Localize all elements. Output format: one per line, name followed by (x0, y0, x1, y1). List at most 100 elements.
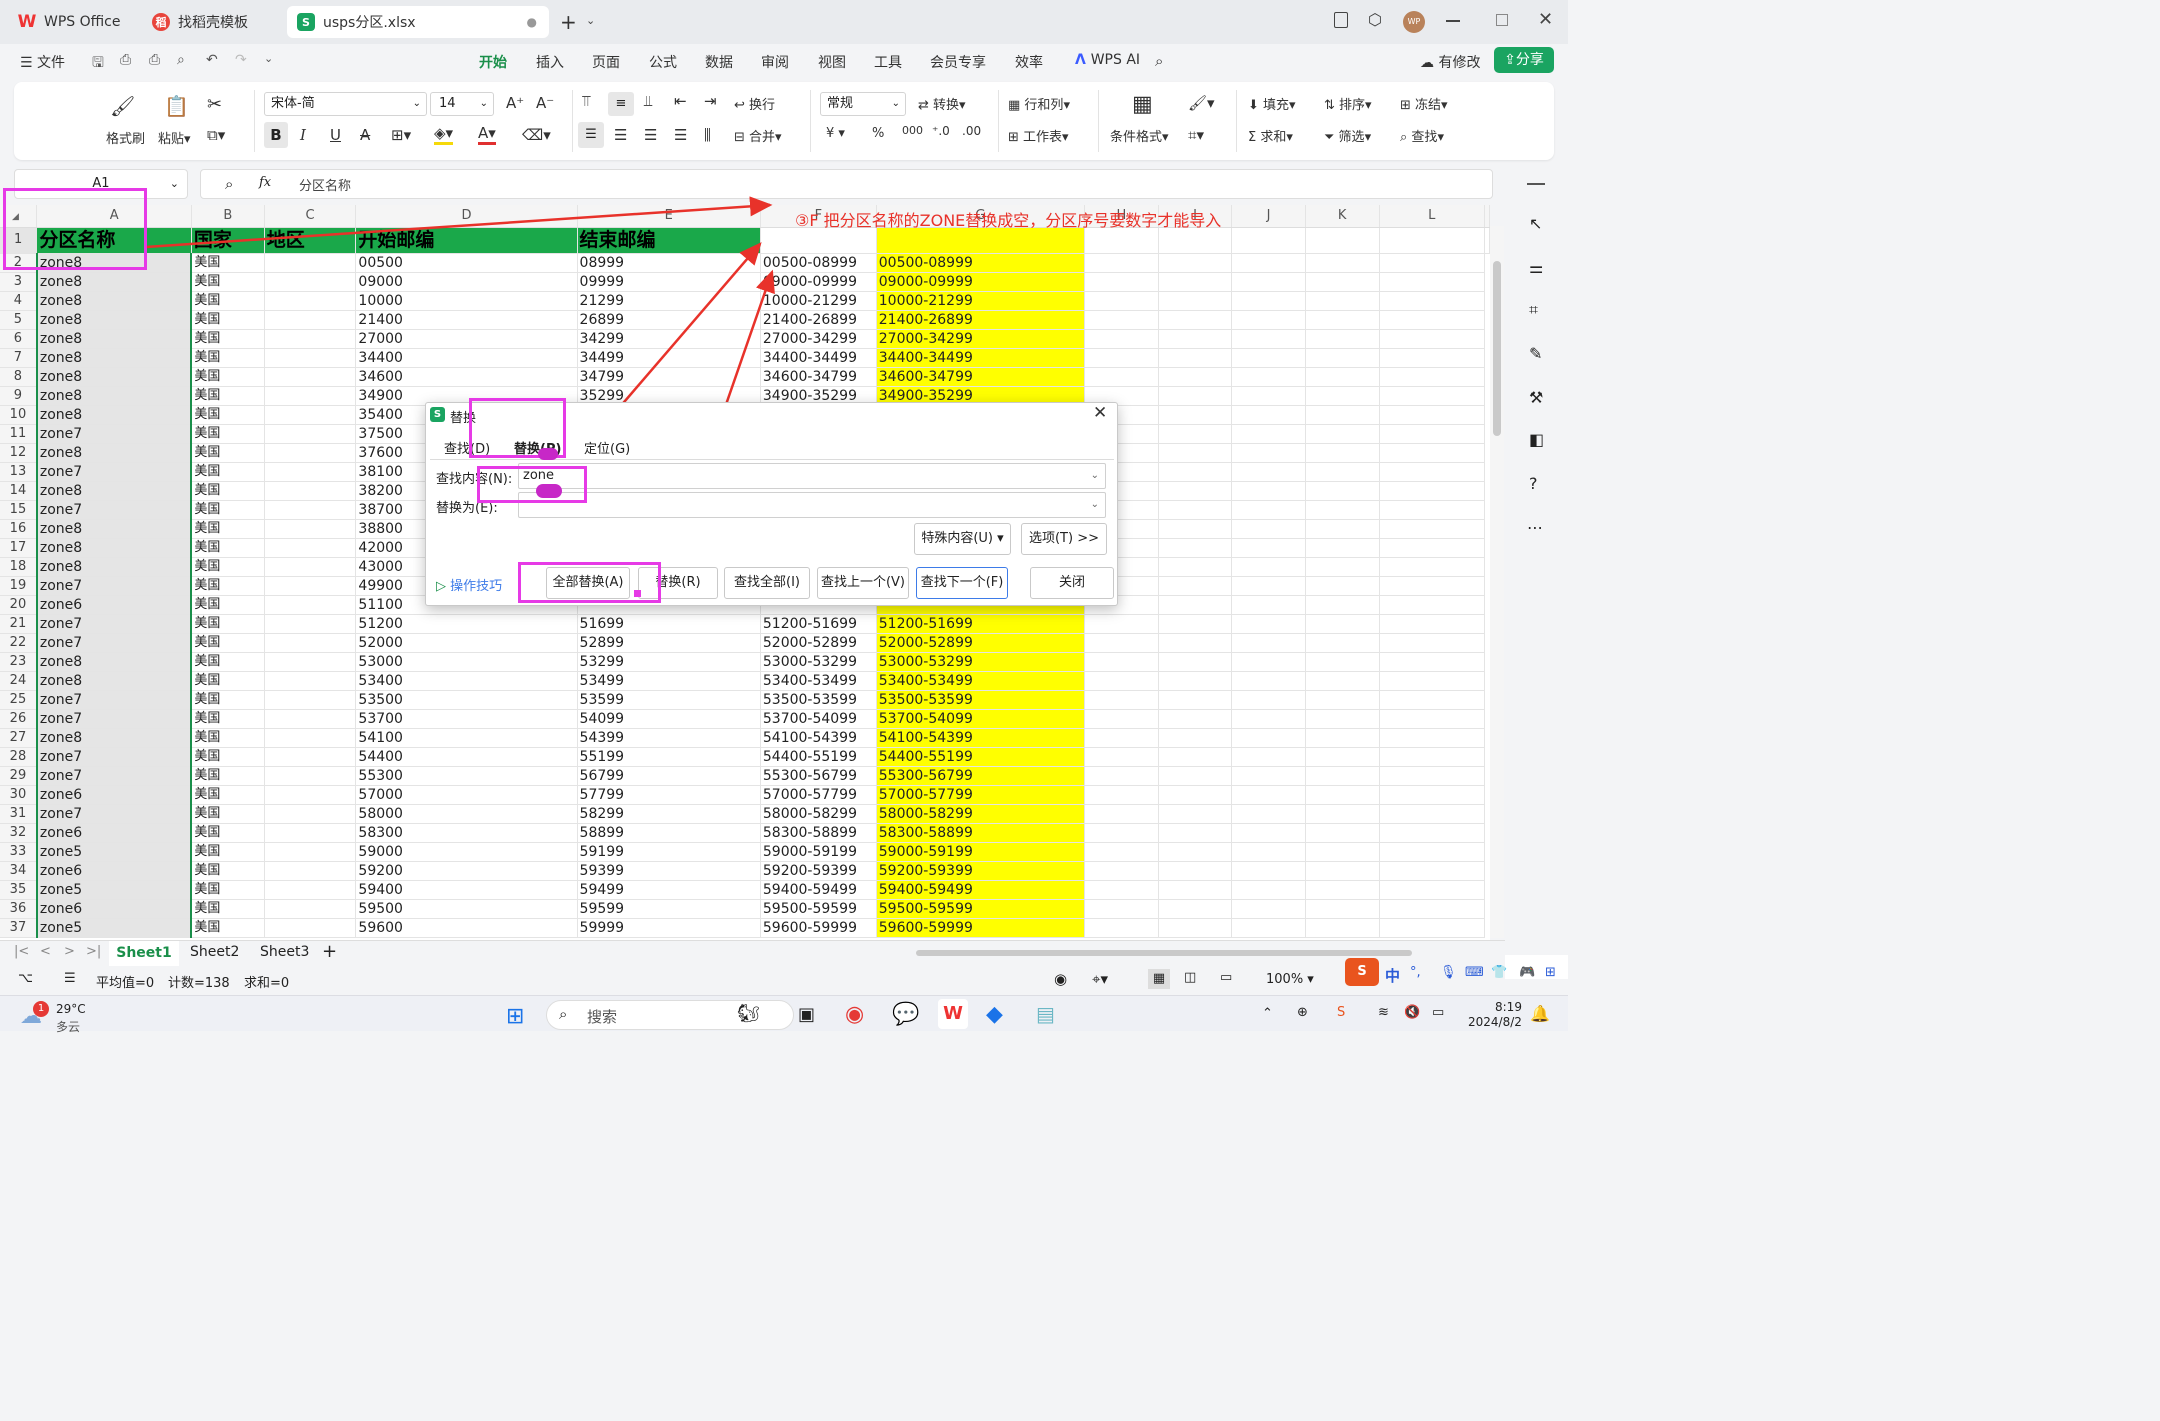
table-cell[interactable]: 21400-26899 (760, 310, 877, 330)
table-cell[interactable]: 美国 (190, 652, 265, 672)
table-cell[interactable] (264, 557, 357, 577)
table-cell[interactable]: 美国 (190, 842, 265, 862)
row-number[interactable]: 17 (0, 538, 38, 558)
table-cell[interactable] (1305, 690, 1380, 710)
table-cell[interactable]: 54100 (355, 728, 578, 748)
game-icon[interactable]: 🎮 (1519, 965, 1535, 980)
tab-goto[interactable]: 定位(G) (584, 438, 630, 457)
search-icon[interactable]: ⌕ (1155, 52, 1163, 70)
collapse-icon[interactable] (1527, 183, 1545, 185)
table-cell[interactable] (1158, 804, 1233, 824)
task-view-icon[interactable]: ▣ (798, 1004, 815, 1025)
table-cell[interactable]: 美国 (190, 253, 265, 273)
table-cell[interactable] (264, 785, 357, 805)
underline-icon[interactable]: U (330, 126, 341, 144)
table-cell[interactable]: 53000 (355, 652, 578, 672)
table-cell[interactable]: zone8 (35, 405, 192, 425)
table-cell[interactable] (1231, 405, 1306, 425)
table-cell[interactable] (1379, 690, 1485, 710)
table-cell[interactable]: 美国 (190, 766, 265, 786)
table-cell[interactable] (1158, 557, 1233, 577)
table-cell[interactable] (1305, 557, 1380, 577)
table-cell[interactable] (1158, 310, 1233, 330)
row-number[interactable]: 22 (0, 633, 38, 653)
table-cell[interactable] (1305, 652, 1380, 672)
table-cell[interactable]: 美国 (190, 918, 265, 938)
replace-input[interactable]: ⌄ (518, 492, 1106, 518)
menu-page[interactable]: 页面 (592, 52, 620, 72)
table-cell[interactable] (1305, 519, 1380, 539)
row-number[interactable]: 9 (0, 386, 38, 406)
table-cell[interactable]: 美国 (190, 310, 265, 330)
more-icon[interactable]: ⋯ (1527, 518, 1543, 537)
table-cell[interactable] (1158, 386, 1233, 406)
macro-icon[interactable]: ⌥ (18, 971, 33, 986)
table-cell[interactable] (1231, 709, 1306, 729)
table-cell[interactable] (1084, 899, 1159, 919)
table-cell[interactable] (1379, 329, 1485, 349)
table-cell[interactable] (1084, 633, 1159, 653)
table-cell[interactable] (1158, 462, 1233, 482)
table-cell[interactable]: 53500-53599 (876, 690, 1086, 710)
table-cell[interactable] (1379, 310, 1485, 330)
scroll-thumb[interactable] (1493, 261, 1501, 436)
border-icon[interactable]: ⊞▾ (391, 126, 411, 144)
table-cell[interactable]: 54100-54399 (876, 728, 1086, 748)
table-cell[interactable] (264, 804, 357, 824)
new-tab-plus-icon[interactable]: + (560, 10, 577, 34)
table-cell[interactable]: 21400 (355, 310, 578, 330)
taskbar-search[interactable]: ⌕ 搜索 🐿 (546, 1000, 794, 1030)
table-cell[interactable]: zone7 (35, 462, 192, 482)
table-cell[interactable] (1379, 595, 1485, 615)
table-cell[interactable] (1379, 614, 1485, 634)
paste-icon[interactable]: 📋 (164, 94, 189, 118)
table-cell[interactable] (264, 576, 357, 596)
table-cell[interactable]: 52000 (355, 633, 578, 653)
table-cell[interactable]: 59400-59499 (876, 880, 1086, 900)
wrap-text-button[interactable]: ↩ 换行 (734, 94, 775, 113)
table-cell[interactable] (1231, 804, 1306, 824)
header-cell[interactable]: 国家 (191, 227, 265, 254)
row-number[interactable]: 8 (0, 367, 38, 387)
table-cell[interactable]: zone6 (35, 899, 192, 919)
table-cell[interactable] (1305, 766, 1380, 786)
mic-icon[interactable]: 🎙 (1440, 965, 1457, 980)
row-number[interactable]: 27 (0, 728, 38, 748)
table-cell[interactable]: 00500 (355, 253, 578, 273)
table-cell[interactable] (1158, 690, 1233, 710)
table-cell[interactable] (1305, 443, 1380, 463)
table-cell[interactable] (1305, 804, 1380, 824)
table-cell[interactable]: 51200 (355, 614, 578, 634)
select-cursor-icon[interactable]: ↖ (1529, 214, 1542, 233)
table-cell[interactable]: zone8 (35, 519, 192, 539)
table-cell[interactable] (1158, 481, 1233, 501)
table-cell[interactable] (1305, 595, 1380, 615)
table-cell[interactable] (1158, 576, 1233, 596)
table-cell[interactable]: 57000-57799 (760, 785, 877, 805)
font-size-select[interactable]: 14 ⌄ (430, 92, 494, 116)
table-cell[interactable] (1379, 272, 1485, 292)
column-header-e[interactable]: E (577, 205, 761, 228)
windows-start-icon[interactable]: ⊞ (506, 1004, 524, 1029)
table-cell[interactable]: 59600-59999 (876, 918, 1086, 938)
table-cell[interactable]: 59600-59999 (760, 918, 877, 938)
table-cell[interactable] (1084, 823, 1159, 843)
table-cell[interactable] (1231, 557, 1306, 577)
table-cell[interactable] (1084, 671, 1159, 691)
table-cell[interactable] (1305, 500, 1380, 520)
row-number[interactable]: 3 (0, 272, 38, 292)
table-cell[interactable] (264, 652, 357, 672)
options-button[interactable]: 选项(T) >> (1021, 523, 1107, 555)
table-cell[interactable] (1305, 310, 1380, 330)
table-cell[interactable]: 54400 (355, 747, 578, 767)
more-chevron-icon[interactable]: ⌄ (264, 52, 273, 65)
cube-icon[interactable]: ⬡ (1368, 10, 1382, 29)
table-cell[interactable] (264, 728, 357, 748)
table-cell[interactable] (1231, 785, 1306, 805)
table-cell[interactable]: 59500 (355, 899, 578, 919)
table-cell[interactable]: 59599 (577, 899, 761, 919)
table-cell[interactable]: 26899 (577, 310, 761, 330)
table-cell[interactable] (1231, 481, 1306, 501)
italic-icon[interactable]: I (300, 126, 306, 144)
table-cell[interactable]: zone8 (35, 272, 192, 292)
